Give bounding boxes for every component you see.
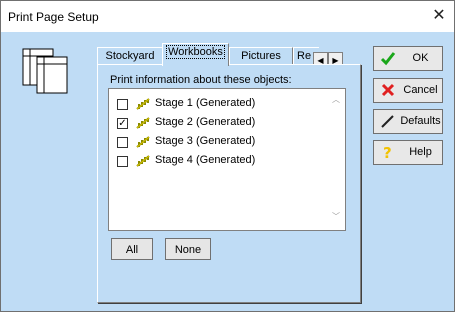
stage-icon	[136, 117, 150, 129]
chevron-up-icon[interactable]: ︿	[329, 93, 343, 107]
ok-button[interactable]: OK	[373, 46, 443, 71]
checkbox[interactable]	[117, 156, 128, 167]
objects-list[interactable]: Stage 1 (Generated) ✓ Stage 2 (Generated…	[108, 88, 346, 231]
tab-workbooks[interactable]: Workbooks	[162, 43, 229, 66]
list-item-label: Stage 2 (Generated)	[155, 116, 256, 128]
ok-label: OK	[412, 52, 429, 64]
close-icon[interactable]: ✕	[430, 7, 448, 25]
title-bar: Print Page Setup ✕	[1, 1, 454, 32]
list-item[interactable]: ✓ Stage 2 (Generated)	[117, 115, 322, 131]
cancel-x-icon	[381, 83, 395, 97]
checkbox-checked[interactable]: ✓	[117, 118, 128, 129]
tab-label: Re	[297, 50, 312, 62]
defaults-button[interactable]: Defaults	[373, 109, 443, 134]
page-layout-icon	[22, 48, 68, 94]
stage-icon	[136, 155, 150, 167]
list-item-label: Stage 1 (Generated)	[155, 97, 256, 109]
list-item-label: Stage 4 (Generated)	[155, 154, 256, 166]
checkmark-icon	[380, 52, 396, 66]
cancel-button[interactable]: Cancel	[373, 78, 443, 103]
checkbox[interactable]	[117, 99, 128, 110]
tab-label: Workbooks	[166, 45, 225, 59]
cancel-label: Cancel	[403, 84, 438, 96]
dialog-title: Print Page Setup	[8, 10, 99, 24]
tab-label: Pictures	[241, 50, 281, 62]
checkbox[interactable]	[117, 137, 128, 148]
list-item[interactable]: Stage 1 (Generated)	[117, 96, 322, 112]
svg-text:?: ?	[383, 144, 392, 160]
list-item[interactable]: Stage 4 (Generated)	[117, 153, 322, 169]
list-scrollbar[interactable]: ︿ ﹀	[329, 91, 343, 226]
tab-label: Stockyard	[105, 50, 155, 62]
defaults-label: Defaults	[400, 115, 441, 127]
list-item[interactable]: Stage 3 (Generated)	[117, 134, 322, 150]
tab-stockyard[interactable]: Stockyard	[97, 47, 163, 65]
help-button[interactable]: ? Help	[373, 140, 443, 165]
objects-label: Print information about these objects:	[110, 74, 292, 86]
stage-icon	[136, 98, 150, 110]
all-button[interactable]: All	[111, 238, 153, 260]
help-label: Help	[409, 146, 432, 158]
wand-icon	[381, 115, 394, 128]
chevron-down-icon[interactable]: ﹀	[329, 210, 343, 224]
stage-icon	[136, 136, 150, 148]
print-page-setup-dialog: Print Page Setup ✕ Stockyard Workbooks P…	[0, 0, 455, 312]
list-item-label: Stage 3 (Generated)	[155, 135, 256, 147]
none-button[interactable]: None	[165, 238, 211, 260]
question-icon: ?	[383, 144, 392, 160]
tab-pictures[interactable]: Pictures	[229, 47, 293, 65]
